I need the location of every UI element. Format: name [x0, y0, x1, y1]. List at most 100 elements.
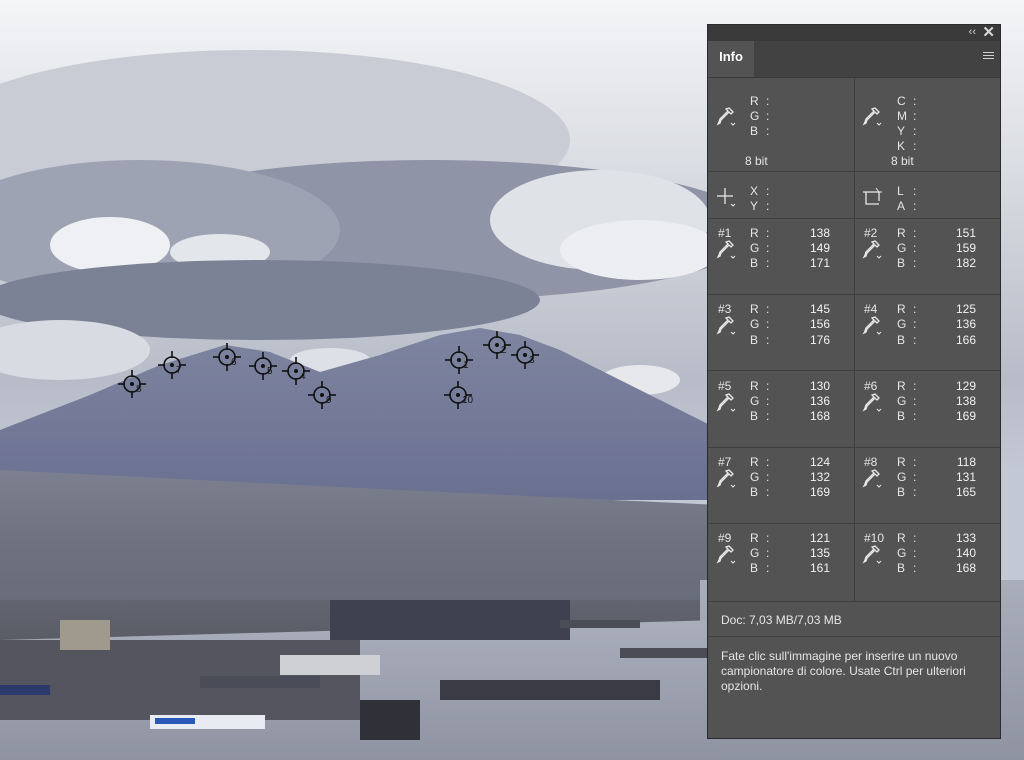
a-label: A [897, 199, 906, 213]
b-value: 171 [809, 256, 830, 270]
b-label: B [750, 333, 759, 347]
b-value: 166 [955, 333, 976, 347]
panel-tab-row: Info [708, 41, 1000, 78]
color-sampler-8[interactable]: 8 [117, 369, 147, 399]
g-value: 136 [809, 394, 830, 408]
r-value: 125 [955, 302, 976, 316]
sampler-number-label: 6 [231, 357, 237, 368]
g-label: G [750, 241, 760, 255]
b-label: B [897, 333, 906, 347]
eyedropper-icon[interactable] [862, 544, 882, 566]
l-label: L [897, 184, 904, 198]
b-value: 176 [809, 333, 830, 347]
tab-info[interactable]: Info [708, 41, 754, 77]
r-label: R [897, 226, 906, 240]
g-label: G [897, 317, 907, 331]
sampler-row-2: #3 R G B ::: 145 156 176 #4 R G B ::: 12… [708, 295, 1000, 371]
eyedropper-icon[interactable] [716, 468, 736, 490]
color-sampler-2[interactable]: 2 [482, 330, 512, 360]
bit-depth-label: 8 bit [745, 154, 768, 168]
sampler-id: #9 [718, 531, 732, 545]
sampler-number-label: 3 [529, 355, 535, 366]
color-sampler-9[interactable]: 9 [307, 380, 337, 410]
b-label: B [897, 485, 906, 499]
close-panel-button[interactable]: ✕ [982, 23, 995, 41]
color-sampler-icon [511, 341, 539, 369]
color-sampler-10[interactable]: 10 [443, 380, 473, 410]
eyedropper-icon[interactable] [716, 392, 736, 414]
color-sampler-7[interactable]: 7 [157, 350, 187, 380]
sampler-number-label: 7 [176, 365, 182, 376]
r-value: 129 [955, 379, 976, 393]
g-label: G [750, 394, 760, 408]
cmyk-readout: C M Y K : : : : 8 bit [855, 78, 1001, 171]
b-label: B [750, 256, 759, 270]
color-sampler-icon [249, 352, 277, 380]
r-label: R [750, 531, 759, 545]
document-size-section: Doc: 7,03 MB/7,03 MB [708, 602, 1000, 637]
b-value: 169 [809, 485, 830, 499]
color-sampler-icon [118, 370, 146, 398]
b-value: 168 [955, 561, 976, 575]
sampler-id: #8 [864, 455, 878, 469]
sampler-number-label: 4 [300, 371, 306, 382]
g-value: 136 [955, 317, 976, 331]
color-sampler-1[interactable]: 1 [444, 345, 474, 375]
g-value: 138 [955, 394, 976, 408]
g-label: G [750, 109, 760, 123]
eyedropper-icon[interactable] [862, 315, 882, 337]
eyedropper-icon[interactable] [716, 315, 736, 337]
help-text: Fate clic sull'immagine per inserire un … [721, 649, 966, 693]
b-label: B [750, 124, 759, 138]
r-value: 151 [955, 226, 976, 240]
sampler-readout-4: #4 R G B ::: 125 136 166 [862, 302, 976, 347]
color-sampler-6[interactable]: 6 [212, 342, 242, 372]
xy-readout: X Y : : [708, 172, 854, 218]
panel-menu-icon[interactable] [983, 52, 994, 61]
sampler-readout-7: #7 R G B ::: 124 132 169 [716, 455, 830, 499]
r-label: R [897, 531, 906, 545]
b-value: 168 [809, 409, 830, 423]
r-value: 130 [809, 379, 830, 393]
sampler-row-5: #9 R G B ::: 121 135 161 #10 R G B ::: 1… [708, 524, 1000, 602]
rgb-readout: R G B : : : 8 bit [708, 78, 854, 171]
eyedropper-icon[interactable] [716, 544, 736, 566]
sampler-row-3: #5 R G B ::: 130 136 168 #6 R G B ::: 12… [708, 371, 1000, 448]
sampler-id: #7 [718, 455, 732, 469]
g-value: 135 [809, 546, 830, 560]
help-section: Fate clic sull'immagine per inserire un … [708, 637, 1000, 737]
eyedropper-icon[interactable] [862, 392, 882, 414]
eyedropper-icon[interactable] [862, 239, 882, 261]
eyedropper-icon[interactable] [862, 106, 882, 128]
eyedropper-icon[interactable] [716, 239, 736, 261]
color-sampler-icon [158, 351, 186, 379]
g-label: G [897, 394, 907, 408]
g-label: G [897, 470, 907, 484]
selection-size-icon [863, 187, 882, 205]
la-readout: L A : : [855, 172, 1001, 218]
b-value: 169 [955, 409, 976, 423]
sampler-number-label: 1 [463, 360, 469, 371]
collapse-panel-button[interactable]: ‹‹ [969, 26, 976, 38]
r-value: 133 [955, 531, 976, 545]
c-label: C [897, 94, 906, 108]
sampler-readout-10: #10 R G B ::: 133 140 168 [862, 531, 976, 575]
color-sampler-3[interactable]: 3 [510, 340, 540, 370]
panel-title-bar[interactable]: ‹‹ ✕ [708, 23, 1000, 41]
sampler-id: #2 [864, 226, 878, 240]
r-label: R [897, 379, 906, 393]
r-label: R [750, 94, 759, 108]
eyedropper-icon[interactable] [716, 106, 736, 128]
sampler-readout-9: #9 R G B ::: 121 135 161 [716, 531, 830, 575]
document-size: Doc: 7,03 MB/7,03 MB [721, 613, 842, 627]
eyedropper-icon[interactable] [862, 468, 882, 490]
sampler-row-1: #1 R G B ::: 138 149 171 #2 R G B ::: 15… [708, 219, 1000, 295]
b-label: B [750, 409, 759, 423]
g-label: G [897, 241, 907, 255]
r-label: R [897, 455, 906, 469]
m-label: M [897, 109, 907, 123]
sampler-id: #1 [718, 226, 732, 240]
r-value: 145 [809, 302, 830, 316]
g-value: 131 [955, 470, 976, 484]
color-sampler-5[interactable]: 5 [248, 351, 278, 381]
